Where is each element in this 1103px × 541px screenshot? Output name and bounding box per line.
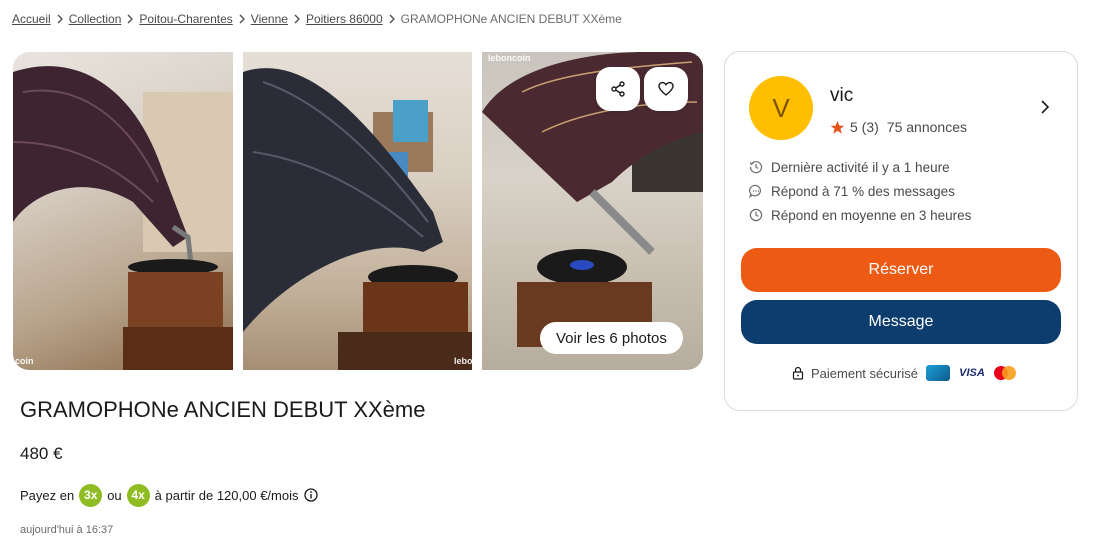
- chevron-right-icon: [383, 11, 401, 27]
- photo-2[interactable]: lebo: [243, 52, 472, 370]
- ad-date: aujourd'hui à 16:37: [20, 524, 114, 536]
- watermark: lebo: [454, 356, 472, 366]
- seller-rating: 5 (3) 75 annonces: [830, 118, 967, 136]
- chevron-right-icon[interactable]: [1037, 99, 1053, 115]
- breadcrumb-link-home[interactable]: Accueil: [12, 12, 51, 26]
- history-icon: [749, 161, 763, 174]
- see-all-photos-button[interactable]: Voir les 6 photos: [540, 322, 683, 354]
- payment-or: ou: [107, 487, 122, 503]
- installment-badge-4x: 4x: [126, 483, 150, 507]
- response-rate-text: Répond à 71 % des messages: [771, 183, 955, 199]
- breadcrumb-current: GRAMOPHONe ANCIEN DEBUT XXème: [400, 12, 622, 26]
- secure-payment-label: Paiement sécurisé: [811, 365, 918, 381]
- ad-title: GRAMOPHONe ANCIEN DEBUT XXème: [20, 397, 426, 422]
- installment-payment-info: Payez en 3x ou 4x à partir de 120,00 €/m…: [20, 483, 319, 507]
- ads-count: 75 annonces: [886, 119, 967, 135]
- photo-gallery[interactable]: coin lebo leboncoin Voir les 6 photos: [13, 52, 703, 370]
- clock-icon: [749, 208, 763, 222]
- share-icon: [611, 81, 625, 97]
- breadcrumb: Accueil Collection Poitou-Charentes Vien…: [12, 11, 622, 27]
- reserve-button[interactable]: Réserver: [741, 248, 1061, 292]
- payment-suffix: à partir de 120,00 €/mois: [154, 487, 299, 503]
- rating-value: 5 (3): [850, 119, 879, 135]
- breadcrumb-link-collection[interactable]: Collection: [69, 12, 122, 26]
- chat-icon: [749, 184, 762, 198]
- message-button[interactable]: Message: [741, 300, 1061, 344]
- response-time: Répond en moyenne en 3 heures: [749, 206, 971, 224]
- visa-card-icon: VISA: [959, 367, 985, 379]
- installment-badge-3x: 3x: [79, 483, 103, 507]
- secure-payment: Paiement sécurisé VISA: [791, 363, 1016, 383]
- watermark: leboncoin: [488, 53, 531, 63]
- breadcrumb-link-city[interactable]: Poitiers 86000: [306, 12, 383, 26]
- info-icon[interactable]: [304, 488, 319, 502]
- ad-price: 480 €: [20, 444, 63, 463]
- heart-icon: [658, 81, 674, 96]
- share-button[interactable]: [596, 67, 640, 111]
- photo-1[interactable]: coin: [13, 52, 233, 370]
- mastercard-icon: [993, 366, 1016, 380]
- gramophone-photo-1: [13, 66, 233, 370]
- breadcrumb-link-region[interactable]: Poitou-Charentes: [139, 12, 232, 26]
- avatar[interactable]: V: [749, 76, 813, 140]
- favorite-button[interactable]: [644, 67, 688, 111]
- response-rate: Répond à 71 % des messages: [749, 182, 955, 200]
- star-icon: [830, 120, 845, 134]
- seller-name[interactable]: vic: [830, 85, 853, 107]
- chevron-right-icon: [233, 11, 251, 27]
- payment-prefix: Payez en: [20, 487, 75, 503]
- last-activity: Dernière activité il y a 1 heure: [749, 158, 950, 176]
- chevron-right-icon: [51, 11, 69, 27]
- last-activity-text: Dernière activité il y a 1 heure: [771, 159, 950, 175]
- cb-card-icon: [925, 365, 950, 381]
- chevron-right-icon: [121, 11, 139, 27]
- watermark: coin: [15, 356, 34, 366]
- gramophone-photo-2: [243, 68, 472, 370]
- breadcrumb-link-department[interactable]: Vienne: [251, 12, 288, 26]
- lock-icon: [792, 366, 804, 380]
- response-time-text: Répond en moyenne en 3 heures: [771, 207, 972, 223]
- seller-card: V vic 5 (3) 75 annonces Dernière activit…: [724, 51, 1078, 411]
- chevron-right-icon: [288, 11, 306, 27]
